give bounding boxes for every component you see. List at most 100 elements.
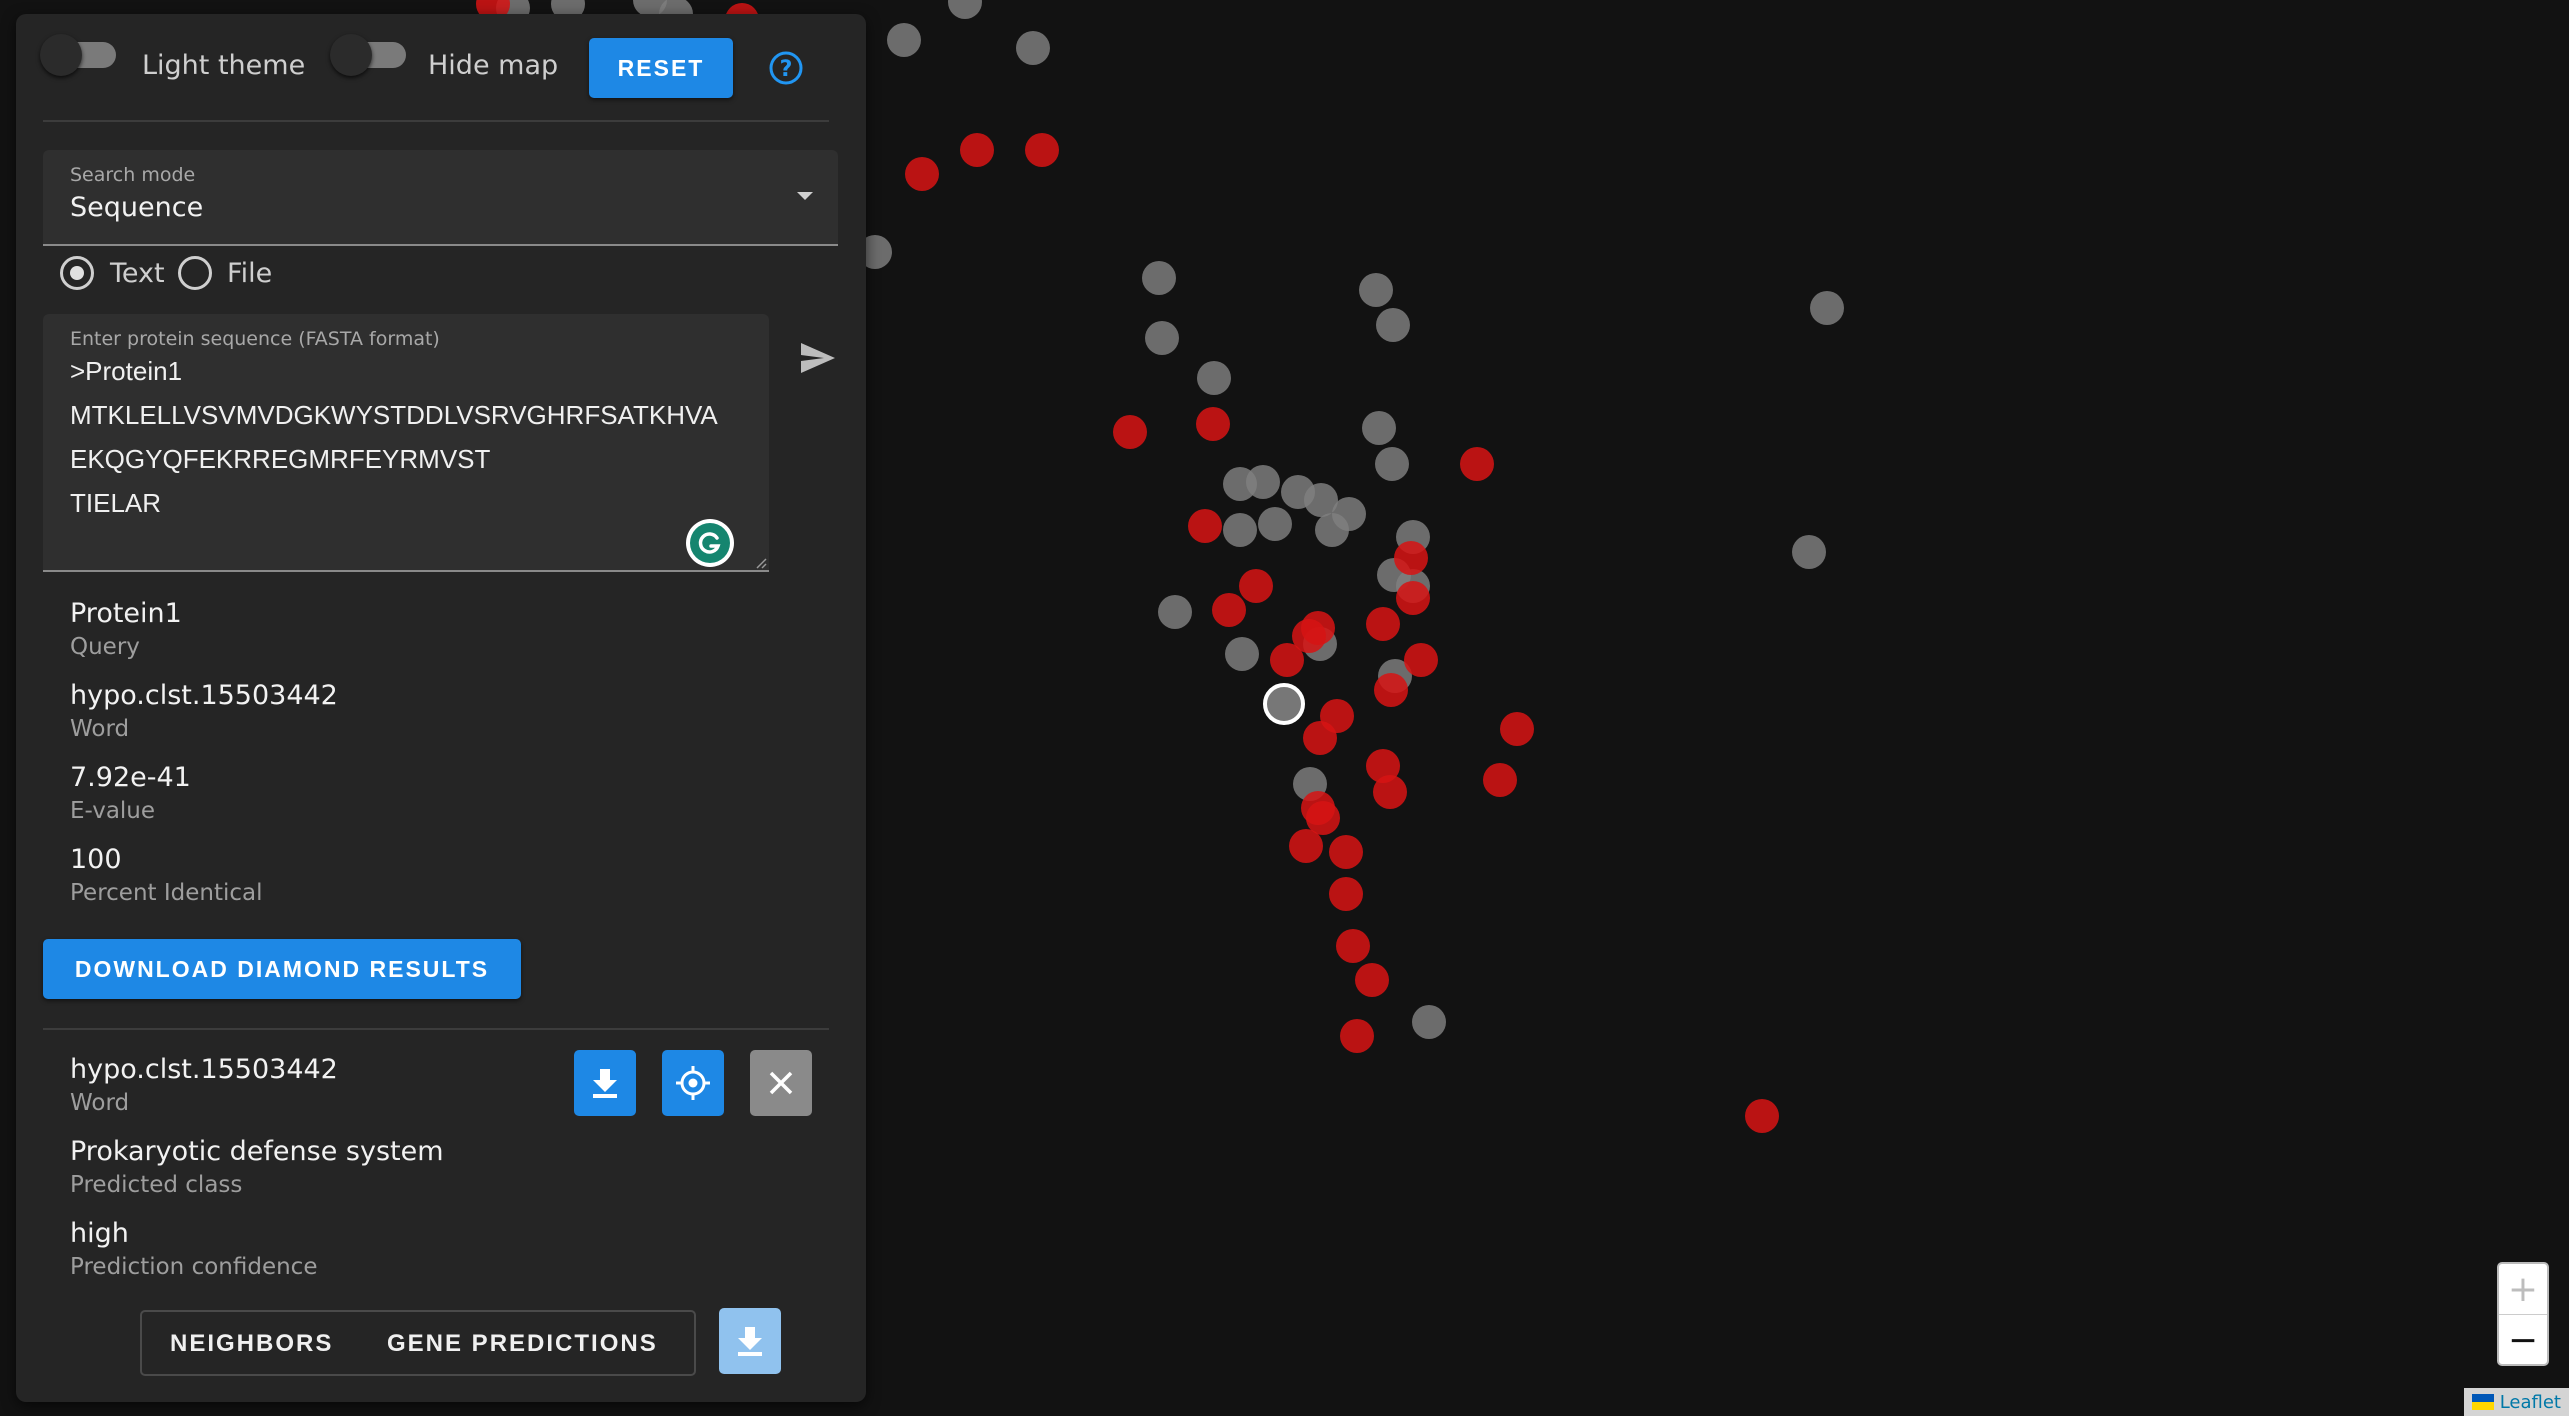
map-point[interactable] [1196,407,1230,441]
predicted-class-label: Predicted class [70,1172,243,1198]
map-point[interactable] [1336,929,1370,963]
map-point[interactable] [1329,877,1363,911]
map-point[interactable] [1355,963,1389,997]
map-point[interactable] [1239,569,1273,603]
query-value: Protein1 [70,598,182,629]
map-point[interactable] [1329,835,1363,869]
map-point[interactable] [1025,133,1059,167]
locate-word-button[interactable] [662,1050,724,1116]
map-point[interactable] [1289,829,1323,863]
sequence-line: TIELAR [70,488,162,518]
map-point[interactable] [1500,712,1534,746]
map-point[interactable] [1212,593,1246,627]
map-point[interactable] [1303,721,1337,755]
reset-button[interactable]: RESET [589,38,733,98]
map-point[interactable] [1394,541,1428,575]
map-point[interactable] [1332,497,1366,531]
map-point[interactable] [905,157,939,191]
word-label: Word [70,716,130,742]
search-mode-select[interactable]: Search mode Sequence [43,150,838,246]
map-point[interactable] [1373,775,1407,809]
send-icon[interactable] [798,338,838,378]
sequence-line: MTKLELLVSVMVDGKWYSTDDLVSRVGHRFSATKHVA [70,400,718,430]
map-point[interactable] [1483,763,1517,797]
zoom-control: + − [2497,1262,2549,1366]
selected-map-point[interactable] [1263,683,1305,725]
text-radio[interactable] [60,256,94,290]
map-point[interactable] [1225,637,1259,671]
hide-map-label: Hide map [428,50,559,81]
leaflet-link[interactable]: Leaflet [2500,1392,2561,1413]
map-point[interactable] [1412,1005,1446,1039]
download-diamond-results-button[interactable]: DOWNLOAD DIAMOND RESULTS [43,939,521,999]
map-point[interactable] [1362,411,1396,445]
map-point[interactable] [1188,509,1222,543]
map-point[interactable] [1359,273,1393,307]
percent-identical-label: Percent Identical [70,880,263,906]
map-point[interactable] [1246,465,1280,499]
ukraine-flag-icon [2471,1394,2494,1410]
divider [43,120,829,122]
light-theme-toggle[interactable] [40,32,120,78]
zoom-out-button[interactable]: − [2499,1315,2547,1365]
map-point[interactable] [1142,261,1176,295]
sequence-input[interactable]: Enter protein sequence (FASTA format) >P… [43,314,769,572]
query-label: Query [70,634,140,660]
map-point[interactable] [948,0,982,19]
map-point[interactable] [1374,673,1408,707]
map-attribution: Leaflet [2463,1388,2569,1416]
light-theme-label: Light theme [142,50,306,81]
map-point[interactable] [1366,607,1400,641]
search-mode-label: Search mode [70,164,196,186]
download-tab-button[interactable] [719,1308,781,1374]
svg-text:?: ? [780,57,793,82]
map-point[interactable] [1223,513,1257,547]
map-point[interactable] [1113,415,1147,449]
map-point[interactable] [1158,595,1192,629]
prediction-confidence-value: high [70,1218,129,1249]
map-point[interactable] [1396,581,1430,615]
predicted-class-value: Prokaryotic defense system [70,1136,444,1167]
close-word-button[interactable] [750,1050,812,1116]
map-point[interactable] [1375,447,1409,481]
divider [43,1028,829,1030]
map-point[interactable] [1270,643,1304,677]
grammarly-icon[interactable] [685,518,735,568]
tab-neighbors[interactable]: NEIGHBORS [170,1330,333,1358]
map-point[interactable] [1016,31,1050,65]
help-circle-icon[interactable]: ? [768,50,804,86]
hide-map-toggle[interactable] [330,32,410,78]
map-point[interactable] [1258,507,1292,541]
selected-word-label: Word [70,1090,130,1116]
map-point[interactable] [887,23,921,57]
evalue-value: 7.92e-41 [70,762,191,793]
crosshair-icon [676,1066,710,1100]
download-word-button[interactable] [574,1050,636,1116]
word-value: hypo.clst.15503442 [70,680,338,711]
text-radio-label: Text [110,258,165,289]
map-point[interactable] [1340,1019,1374,1053]
download-icon [738,1327,762,1356]
zoom-in-button[interactable]: + [2499,1264,2547,1315]
file-radio[interactable] [178,256,212,290]
map-point[interactable] [1197,361,1231,395]
map-point[interactable] [1460,447,1494,481]
map-point[interactable] [960,133,994,167]
map-point[interactable] [1145,321,1179,355]
control-panel: Light theme Hide map RESET ? Search mode… [16,14,866,1402]
download-icon [593,1069,617,1098]
map-point[interactable] [1745,1099,1779,1133]
resize-handle-icon[interactable] [755,554,767,569]
close-icon [769,1071,793,1095]
map-point[interactable] [1404,643,1438,677]
percent-identical-value: 100 [70,844,122,875]
selected-word-value: hypo.clst.15503442 [70,1054,338,1085]
tab-gene-predictions[interactable]: GENE PREDICTIONS [387,1330,658,1358]
search-mode-value: Sequence [70,192,204,223]
prediction-confidence-label: Prediction confidence [70,1254,318,1280]
map-point[interactable] [1376,308,1410,342]
map-point[interactable] [1792,535,1826,569]
sequence-line: >Protein1 [70,356,183,386]
file-radio-label: File [227,258,273,289]
map-point[interactable] [1810,291,1844,325]
